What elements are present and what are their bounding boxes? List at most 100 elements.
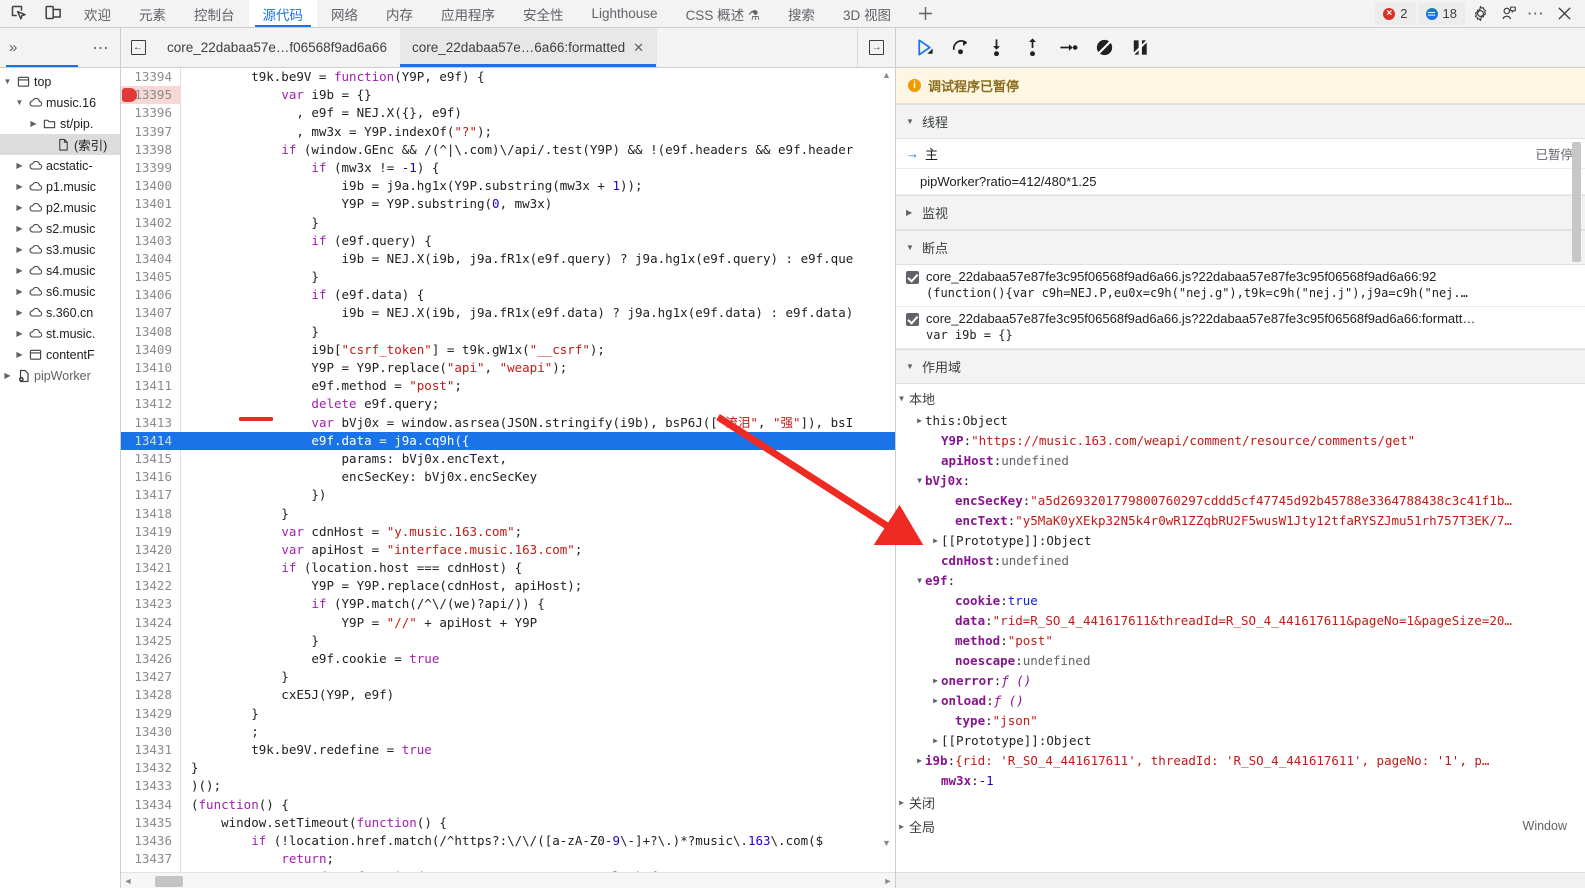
- resume-script-execution-button[interactable]: [910, 34, 938, 62]
- code-line[interactable]: 13410 Y9P = Y9P.replace("api", "weapi");: [121, 359, 895, 378]
- line-number[interactable]: 13434: [121, 795, 181, 814]
- code-line[interactable]: 13415 params: bVj0x.encText,: [121, 449, 895, 469]
- horizontal-scrollbar[interactable]: ◄ ►: [121, 872, 895, 888]
- line-number[interactable]: 13411: [121, 377, 181, 396]
- line-number[interactable]: 13405: [121, 268, 181, 287]
- tree-item-music163[interactable]: ▼ music.16: [0, 92, 120, 113]
- twisty-icon[interactable]: ▶: [14, 308, 25, 317]
- line-number[interactable]: 13399: [121, 158, 181, 178]
- code-line[interactable]: 13398 if (window.GEnc && /(^|\.com)\/api…: [121, 140, 895, 159]
- code-line[interactable]: 13420 var apiHost = "interface.music.163…: [121, 540, 895, 560]
- scope-variable-row[interactable]: ▶ [[Prototype]]: Object: [896, 730, 1585, 750]
- scope-variable-row[interactable]: Y9P: "https://music.163.com/weapi/commen…: [896, 430, 1585, 450]
- tab-memory[interactable]: 内存: [372, 0, 427, 27]
- line-number[interactable]: 13431: [121, 740, 181, 760]
- code-line[interactable]: 13413 var bVj0x = window.asrsea(JSON.str…: [121, 413, 895, 432]
- line-number[interactable]: 13430: [121, 722, 181, 741]
- scope-variable-row[interactable]: apiHost: undefined: [896, 450, 1585, 470]
- code-line[interactable]: 13400 i9b = j9a.hg1x(Y9P.substring(mw3x …: [121, 177, 895, 196]
- tree-item-st-pip[interactable]: ▶ st/pip.: [0, 113, 120, 134]
- line-number[interactable]: 13406: [121, 286, 181, 305]
- tab-search[interactable]: 搜索: [774, 0, 829, 27]
- line-number[interactable]: 13422: [121, 577, 181, 596]
- line-number[interactable]: 13416: [121, 468, 181, 487]
- line-number[interactable]: 13426: [121, 650, 181, 669]
- code-line[interactable]: 13403 if (e9f.query) {: [121, 231, 895, 250]
- line-number[interactable]: 13423: [121, 595, 181, 614]
- line-number[interactable]: 13410: [121, 359, 181, 378]
- add-panel-button[interactable]: [905, 0, 946, 27]
- scope-variable-row[interactable]: ▶ i9b: {rid: 'R_SO_4_441617611', threadId…: [896, 750, 1585, 770]
- line-number[interactable]: 13397: [121, 122, 181, 141]
- code-line[interactable]: 13434 (function() {: [121, 795, 895, 814]
- more-options-icon[interactable]: ⋯: [1523, 2, 1549, 26]
- chevron-right-icon[interactable]: ▶: [914, 416, 925, 425]
- twisty-icon[interactable]: ▶: [14, 182, 25, 191]
- code-line[interactable]: 13430 ;: [121, 722, 895, 741]
- code-line[interactable]: 13402 }: [121, 213, 895, 232]
- chevron-down-icon[interactable]: ▼: [896, 394, 907, 403]
- chevron-right-icon[interactable]: ▶: [914, 756, 925, 765]
- code-line[interactable]: 13412 delete e9f.query;: [121, 395, 895, 414]
- code-scroll-area[interactable]: 13394 t9k.be9V = function(Y9P, e9f) {133…: [121, 68, 895, 872]
- line-number[interactable]: 13418: [121, 504, 181, 523]
- code-line[interactable]: 13425 }: [121, 631, 895, 650]
- code-line[interactable]: 13401 Y9P = Y9P.substring(0, mw3x): [121, 195, 895, 214]
- line-number[interactable]: 13407: [121, 304, 181, 323]
- twisty-icon[interactable]: ▶: [14, 203, 25, 212]
- scroll-down-arrow[interactable]: ▼: [881, 838, 892, 848]
- breakpoint-marker-icon[interactable]: [122, 88, 137, 103]
- pause-on-exceptions-button[interactable]: [1126, 34, 1154, 62]
- navigate-back-button[interactable]: ←: [121, 28, 155, 67]
- scope-variable-row[interactable]: data: "rid=R_SO_4_441617611&threadId=R_S…: [896, 610, 1585, 630]
- twisty-icon[interactable]: ▶: [14, 161, 25, 170]
- code-line[interactable]: 13429 }: [121, 704, 895, 723]
- device-toolbar-icon[interactable]: [42, 3, 64, 25]
- line-number[interactable]: 13408: [121, 322, 181, 341]
- chevron-right-icon[interactable]: ▶: [896, 822, 907, 831]
- code-line[interactable]: 13427 }: [121, 668, 895, 687]
- section-header-watch[interactable]: ▶ 监视: [896, 195, 1585, 230]
- section-header-scope[interactable]: ▼ 作用域: [896, 349, 1585, 384]
- tab-elements[interactable]: 元素: [125, 0, 180, 27]
- scope-variable-row[interactable]: cookie: true: [896, 590, 1585, 610]
- twisty-icon[interactable]: ▶: [14, 224, 25, 233]
- tree-item-p1music[interactable]: ▶ p1.music: [0, 176, 120, 197]
- close-icon[interactable]: ✕: [633, 40, 644, 56]
- code-line[interactable]: 13436 if (!location.href.match(/^https?:…: [121, 831, 895, 851]
- line-number[interactable]: 13419: [121, 522, 181, 541]
- tab-welcome[interactable]: 欢迎: [70, 0, 125, 27]
- thread-item-pipworker[interactable]: pipWorker?ratio=412/480*1.25: [896, 169, 1585, 195]
- chevron-right-icon[interactable]: ▶: [930, 536, 941, 545]
- step-into-button[interactable]: [982, 34, 1010, 62]
- line-number[interactable]: 13412: [121, 395, 181, 414]
- tree-item-s4music[interactable]: ▶ s4.music: [0, 260, 120, 281]
- breakpoint-item[interactable]: core_22dabaa57e87fe3c95f06568f9ad6a66.js…: [896, 265, 1585, 307]
- tab-css-overview[interactable]: CSS 概述 ⚗: [672, 0, 774, 27]
- step-button[interactable]: [1054, 34, 1082, 62]
- line-number[interactable]: 13432: [121, 759, 181, 778]
- section-header-threads[interactable]: ▼ 线程: [896, 104, 1585, 139]
- code-line[interactable]: 13397 , mw3x = Y9P.indexOf("?");: [121, 122, 895, 141]
- message-count-badge[interactable]: 18: [1417, 2, 1465, 25]
- tree-item-pipworker[interactable]: ▶ pipWorker: [0, 365, 120, 386]
- tree-item-s3music[interactable]: ▶ s3.music: [0, 239, 120, 260]
- line-number[interactable]: 13428: [121, 686, 181, 705]
- tab-lighthouse[interactable]: Lighthouse: [578, 0, 672, 27]
- close-icon[interactable]: [1551, 2, 1577, 26]
- line-number[interactable]: 13417: [121, 486, 181, 505]
- line-number[interactable]: 13424: [121, 613, 181, 632]
- tab-sources[interactable]: 源代码: [248, 0, 317, 27]
- code-line[interactable]: 13394 t9k.be9V = function(Y9P, e9f) {: [121, 68, 895, 87]
- line-number[interactable]: 13420: [121, 540, 181, 560]
- thread-item-main[interactable]: → 主 已暂停: [896, 139, 1585, 169]
- scope-group-关闭[interactable]: ▶ 关闭: [896, 790, 1585, 814]
- checkbox-checked-icon[interactable]: [906, 271, 919, 284]
- scope-variable-row[interactable]: ▶ onerror: ƒ (): [896, 670, 1585, 690]
- scope-variable-row[interactable]: noescape: undefined: [896, 650, 1585, 670]
- line-number[interactable]: 13415: [121, 449, 181, 469]
- line-number[interactable]: 13429: [121, 704, 181, 723]
- step-out-button[interactable]: [1018, 34, 1046, 62]
- line-number[interactable]: 13396: [121, 104, 181, 123]
- line-number[interactable]: 13394: [121, 68, 181, 87]
